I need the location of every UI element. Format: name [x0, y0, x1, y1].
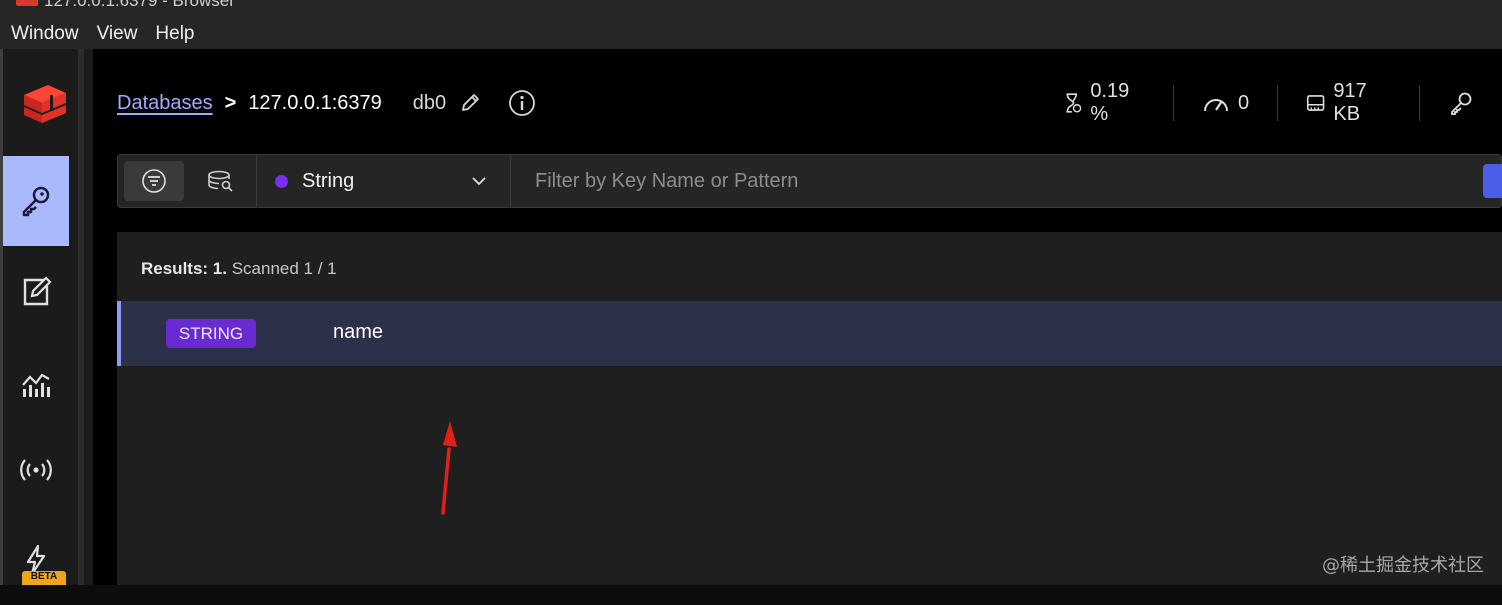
- filter-bar: String Filter by Key Name or Pattern: [117, 154, 1502, 208]
- watermark: @稀土掘金技术社区: [1322, 551, 1484, 577]
- nav-workbench[interactable]: [3, 247, 69, 337]
- memory-icon: [1306, 92, 1325, 114]
- menu-window[interactable]: Window: [11, 23, 79, 45]
- hourglass-icon: [1063, 91, 1082, 115]
- search-placeholder: Filter by Key Name or Pattern: [535, 170, 798, 193]
- chevron-down-icon: [470, 172, 488, 196]
- memory-value: 917 KB: [1333, 80, 1391, 126]
- window-title: 127.0.0.1:6379 - Browser: [44, 0, 235, 11]
- databases-link[interactable]: Databases: [117, 92, 213, 115]
- results-scanned: Scanned 1 / 1: [232, 259, 337, 278]
- key-search-input[interactable]: Filter by Key Name or Pattern: [511, 155, 1501, 207]
- menu-bar: Window View Help: [0, 18, 1502, 49]
- cpu-value: 0.19 %: [1090, 80, 1145, 126]
- stack-search-icon: [206, 169, 234, 193]
- menu-help[interactable]: Help: [155, 23, 194, 45]
- sidebar: BETA: [0, 49, 93, 585]
- cpu-stat: 0.19 %: [1053, 85, 1174, 121]
- edit-note-icon: [18, 274, 54, 310]
- breadcrumb-separator: >: [225, 92, 237, 115]
- results-count: Results: 1.: [141, 259, 227, 278]
- nav-triggers[interactable]: [3, 515, 69, 605]
- filter-mode-button[interactable]: [124, 161, 184, 201]
- results-panel: Results: 1. Scanned 1 / 1 STRING name: [117, 232, 1502, 585]
- search-mode-button[interactable]: [190, 161, 250, 201]
- key-type-dot: [275, 175, 288, 188]
- search-submit-button[interactable]: [1483, 164, 1502, 198]
- results-summary: Results: 1. Scanned 1 / 1: [141, 259, 337, 279]
- memory-stat: 917 KB: [1278, 85, 1420, 121]
- annotation-arrow: [435, 421, 465, 521]
- nav-browser[interactable]: [3, 156, 69, 246]
- title-bar: 127.0.0.1:6379 - Browser: [0, 0, 1502, 18]
- nav-pubsub[interactable]: [3, 425, 69, 515]
- beta-badge: BETA: [22, 571, 66, 585]
- pencil-icon[interactable]: [458, 91, 482, 115]
- key-row[interactable]: STRING name: [117, 301, 1502, 366]
- breadcrumb: Databases > 127.0.0.1:6379 db0: [117, 89, 536, 117]
- key-type-select[interactable]: String: [257, 155, 511, 207]
- redis-logo-icon: [16, 0, 38, 6]
- ops-stat: 0: [1174, 85, 1278, 121]
- broadcast-icon: [18, 452, 54, 488]
- key-icon: [18, 183, 54, 219]
- sidebar-scrollbar[interactable]: [78, 49, 84, 585]
- key-settings[interactable]: [1420, 85, 1502, 121]
- main-panel: Databases > 127.0.0.1:6379 db0 0.19 %: [93, 49, 1502, 585]
- db-stats: 0.19 % 0 917 KB: [1053, 85, 1502, 121]
- menu-view[interactable]: View: [97, 23, 138, 45]
- info-icon[interactable]: [508, 89, 536, 117]
- ops-value: 0: [1238, 92, 1249, 115]
- key-small-icon: [1448, 90, 1474, 116]
- speedometer-icon: [1202, 93, 1230, 113]
- key-type-badge: STRING: [166, 319, 256, 348]
- filter-icon: [141, 168, 167, 194]
- analytics-icon: [18, 365, 54, 401]
- key-type-value: String: [302, 170, 354, 193]
- view-mode-toggle: [118, 155, 257, 207]
- database-host: 127.0.0.1:6379: [248, 92, 381, 115]
- nav-analysis[interactable]: [3, 338, 69, 428]
- database-index: db0: [413, 92, 446, 115]
- key-name: name: [333, 321, 383, 344]
- redis-brand-icon[interactable]: [20, 79, 70, 129]
